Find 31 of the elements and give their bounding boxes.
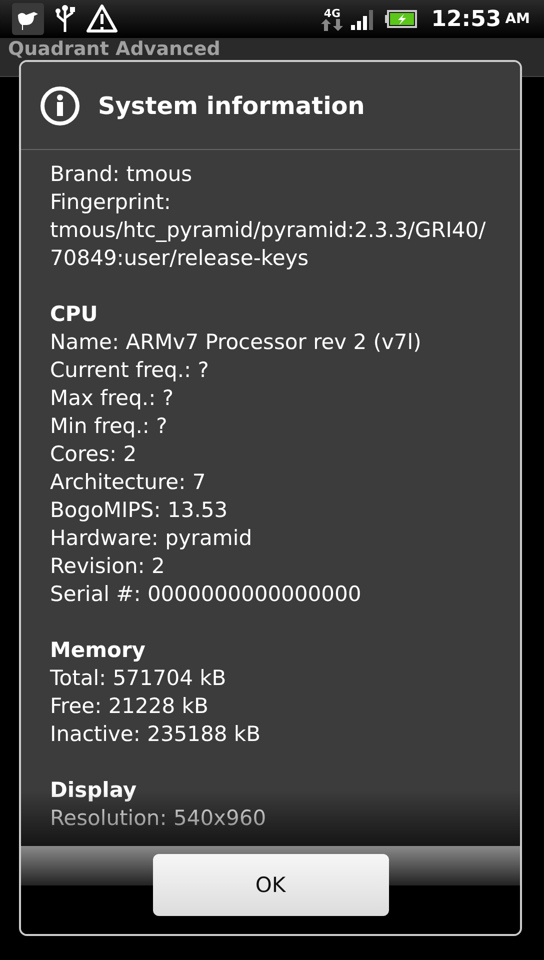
app-title: Quadrant Advanced [8,37,220,62]
info-line: Total: 571704 kB [50,665,228,692]
info-line: Name: ARMv7 Processor rev 2 (v7l) [50,329,422,356]
info-line: Current freq.: ? [50,357,210,384]
usb-icon [54,4,76,34]
info-line: Revision: 2 [50,553,166,580]
warning-icon [86,4,118,34]
battery-icon [385,10,418,28]
info-line: Min freq.: ? [50,413,168,440]
info-line: Max freq.: ? [50,385,174,412]
bird-icon [12,3,44,35]
ok-button[interactable]: OK [152,854,388,916]
info-icon [40,86,80,126]
info-line: Resolution: 540x960 [50,805,268,832]
info-line: Inactive: 235188 kB [50,721,262,748]
data-arrows-icon [321,18,344,30]
info-line: Free: 21228 kB [50,693,210,720]
network-type: 4G [324,8,341,18]
clock-time: 12:53 [431,6,502,32]
clock-ampm: AM [505,11,530,27]
section-heading: Memory [50,637,146,664]
section-heading: CPU [50,301,99,328]
info-line: Architecture: 7 [50,469,207,496]
info-line: BogoMIPS: 13.53 [50,497,229,524]
dialog-title: System information [98,92,365,120]
info-line: Fingerprint: tmous/htc_pyramid/pyramid:2.3.3/GRI40/70849:user/release-keys [50,189,487,272]
info-line: Hardware: pyramid [50,525,254,552]
info-line: Brand: tmous [50,161,194,188]
info-line: Cores: 2 [50,441,138,468]
section-heading: Display [50,777,138,804]
info-line: Serial #: 0000000000000000 [50,581,362,608]
